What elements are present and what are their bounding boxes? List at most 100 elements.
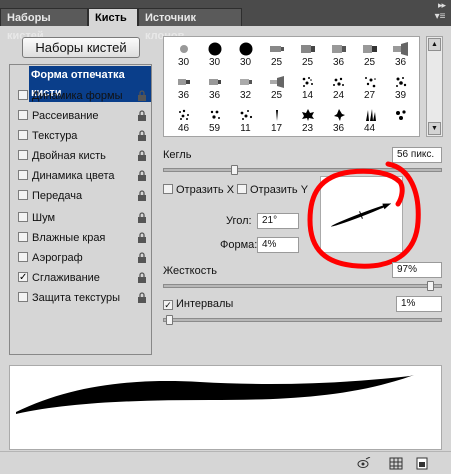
lock-icon[interactable]: [137, 292, 147, 303]
chalk-brush-icon: [177, 79, 190, 85]
brush-size-label: 30: [208, 57, 221, 68]
brush-tip[interactable]: 27: [354, 70, 385, 102]
list-item-label: Передача: [32, 190, 83, 202]
spacing-field[interactable]: 1%: [396, 296, 442, 312]
brush-tip[interactable]: 25: [261, 70, 292, 102]
brush-grid-scrollbar[interactable]: ▲ ▼: [426, 36, 443, 137]
flip-x-checkbox[interactable]: Отразить X: [163, 183, 234, 197]
new-brush-icon[interactable]: [415, 457, 429, 470]
list-item-texture[interactable]: Текстура: [10, 127, 151, 145]
checkbox[interactable]: [18, 170, 28, 180]
brush-tip[interactable]: 30: [168, 37, 199, 69]
toggle-live-tip-preview-icon[interactable]: [357, 457, 371, 470]
brush-presets-button[interactable]: Наборы кистей: [22, 37, 140, 58]
brush-tip[interactable]: [385, 103, 416, 135]
checkbox[interactable]: [18, 190, 28, 200]
list-item-noise[interactable]: Шум: [10, 209, 151, 227]
panel-grip-icon[interactable]: ▸▸: [438, 0, 446, 11]
brush-tip[interactable]: 44: [354, 103, 385, 135]
panel-footer: [0, 451, 451, 474]
list-item-transfer[interactable]: Передача: [10, 187, 151, 205]
star-brush-icon: [392, 42, 408, 56]
list-item-scattering[interactable]: Рассеивание: [10, 107, 151, 125]
checkbox[interactable]: [18, 232, 28, 242]
roundness-field[interactable]: 4%: [257, 237, 299, 253]
checkbox[interactable]: [18, 90, 28, 100]
lock-icon[interactable]: [137, 90, 147, 101]
tab-brush[interactable]: Кисть: [88, 8, 138, 26]
checkbox[interactable]: [18, 292, 28, 302]
lock-icon[interactable]: [137, 130, 147, 141]
lock-icon[interactable]: [137, 252, 147, 263]
brush-tip[interactable]: 25: [292, 37, 323, 69]
spacing-slider[interactable]: [163, 318, 442, 322]
brush-tip[interactable]: 36: [385, 37, 416, 69]
list-item-brush-tip-shape[interactable]: Форма отпечатка кисти: [10, 66, 151, 102]
scroll-up-icon[interactable]: ▲: [428, 38, 441, 51]
scroll-down-icon[interactable]: ▼: [428, 122, 441, 135]
spacing-checkbox[interactable]: ✓ Интервалы: [163, 297, 233, 311]
size-slider-thumb[interactable]: [231, 165, 238, 175]
spacing-slider-thumb[interactable]: [165, 315, 173, 325]
brush-tip[interactable]: 25: [354, 37, 385, 69]
list-item-label: Рассеивание: [32, 110, 99, 122]
brush-tip[interactable]: 30: [199, 37, 230, 69]
list-item-airbrush[interactable]: Аэрограф: [10, 249, 151, 267]
lock-icon[interactable]: [137, 170, 147, 181]
list-item-wet-edges[interactable]: Влажные края: [10, 229, 151, 247]
hardness-slider[interactable]: [163, 284, 442, 288]
lock-icon[interactable]: [137, 272, 147, 283]
checkbox-checked[interactable]: ✓: [18, 272, 28, 283]
brush-grid-icon[interactable]: [389, 457, 403, 470]
brush-size-label: 59: [208, 123, 221, 134]
list-item-dual-brush[interactable]: Двойная кисть: [10, 147, 151, 165]
hardness-slider-thumb[interactable]: [426, 281, 434, 291]
brush-tip[interactable]: 14: [292, 70, 323, 102]
brush-tip[interactable]: 17: [261, 103, 292, 135]
hardness-field[interactable]: 97%: [392, 262, 442, 278]
list-item-color-dynamics[interactable]: Динамика цвета: [10, 167, 151, 185]
brush-size-label: 17: [270, 123, 283, 134]
chalk-brush-icon: [269, 46, 284, 52]
brush-tip[interactable]: 36: [323, 37, 354, 69]
angle-field[interactable]: 21°: [257, 213, 299, 229]
brush-tip[interactable]: 23: [292, 103, 323, 135]
checkbox[interactable]: [237, 184, 247, 194]
lock-icon[interactable]: [137, 150, 147, 161]
lock-icon[interactable]: [137, 212, 147, 223]
checkbox[interactable]: [18, 252, 28, 262]
brush-size-label: 25: [270, 90, 283, 101]
brush-tip[interactable]: 25: [261, 37, 292, 69]
brush-tip[interactable]: 46: [168, 103, 199, 135]
brush-tip[interactable]: 32: [230, 70, 261, 102]
lock-icon[interactable]: [137, 110, 147, 121]
roundness-label: Форма:: [220, 239, 258, 251]
checkbox[interactable]: [18, 130, 28, 140]
lock-icon[interactable]: [137, 232, 147, 243]
brush-tip[interactable]: 36: [168, 70, 199, 102]
spatter-brush-icon: [332, 77, 344, 86]
brush-size-label: 30: [177, 57, 190, 68]
brush-tip[interactable]: 24: [323, 70, 354, 102]
list-item-protect-texture[interactable]: Защита текстуры: [10, 289, 151, 307]
checkbox[interactable]: [18, 212, 28, 222]
maple-leaf-brush-icon: [301, 109, 314, 121]
brush-tip[interactable]: 59: [199, 103, 230, 135]
brush-tip[interactable]: 39: [385, 70, 416, 102]
checkbox[interactable]: [18, 110, 28, 120]
list-item-smoothing[interactable]: ✓ Сглаживание: [10, 269, 151, 287]
brush-tip[interactable]: 36: [323, 103, 354, 135]
tab-clone-source[interactable]: Источник клонов: [138, 8, 242, 42]
lock-icon[interactable]: [137, 190, 147, 201]
flip-y-checkbox[interactable]: Отразить Y: [237, 183, 308, 197]
angle-label: Угол:: [226, 215, 252, 227]
tab-brush-presets[interactable]: Наборы кистей: [0, 8, 88, 42]
panel-menu-icon[interactable]: ▾≡: [433, 11, 447, 23]
checkbox[interactable]: [163, 184, 173, 194]
brush-tip[interactable]: 36: [199, 70, 230, 102]
checkbox-checked[interactable]: ✓: [163, 300, 173, 310]
brush-tip[interactable]: 11: [230, 103, 261, 135]
checkbox[interactable]: [18, 150, 28, 160]
list-item-shape-dynamics[interactable]: Динамика формы: [10, 87, 151, 105]
brush-tip[interactable]: 30: [230, 37, 261, 69]
